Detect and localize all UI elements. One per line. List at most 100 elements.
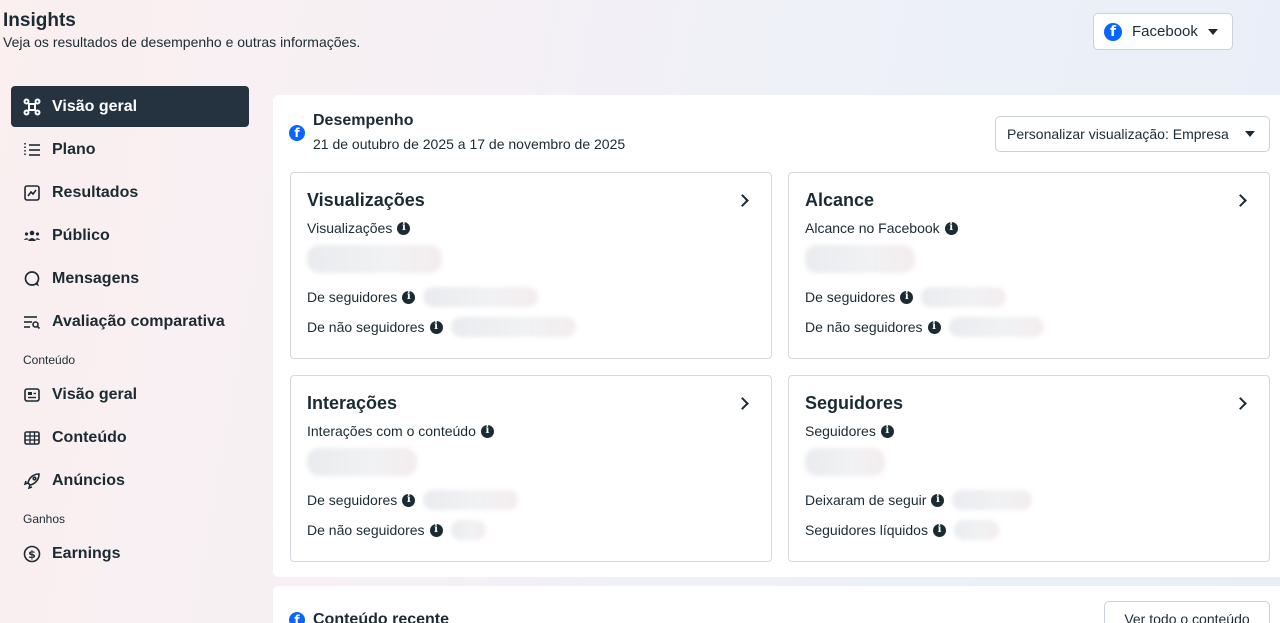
breakdown-row: Deixaram de seguir i bbox=[805, 489, 1253, 511]
platform-selector[interactable]: f Facebook bbox=[1093, 13, 1233, 50]
breakdown-row: De seguidores i bbox=[805, 286, 1253, 308]
date-range: 21 de outubro de 2025 a 17 de novembro d… bbox=[313, 136, 626, 152]
sidebar-item-label: Earnings bbox=[52, 544, 121, 562]
overview-icon bbox=[23, 98, 41, 116]
facebook-icon: f bbox=[289, 612, 305, 623]
chat-icon bbox=[23, 270, 41, 288]
facebook-icon: f bbox=[1104, 22, 1122, 41]
info-icon[interactable]: i bbox=[880, 424, 894, 438]
metric-card-interactions[interactable]: Interações Interações com o conteúdo i D… bbox=[290, 375, 772, 562]
sidebar-item-content[interactable]: Conteúdo bbox=[11, 417, 249, 458]
rocket-icon bbox=[23, 472, 41, 490]
sidebar-section-earnings: Ganhos bbox=[23, 512, 66, 526]
metric-label: Visualizações i bbox=[307, 220, 755, 236]
see-all-content-button[interactable]: Ver todo o conteúdo bbox=[1104, 601, 1270, 623]
metric-label: Alcance no Facebook i bbox=[805, 220, 1253, 236]
table-icon bbox=[23, 429, 41, 447]
facebook-icon: f bbox=[289, 125, 305, 141]
info-icon[interactable]: i bbox=[931, 493, 945, 507]
sidebar-item-label: Mensagens bbox=[52, 269, 140, 287]
breakdown-label: De seguidores bbox=[805, 289, 896, 305]
info-icon[interactable]: i bbox=[402, 493, 416, 507]
redacted-value bbox=[805, 245, 915, 273]
breakdown-row: De seguidores i bbox=[307, 489, 755, 511]
sidebar-item-overview[interactable]: Visão geral bbox=[11, 86, 249, 127]
recent-content-title: Conteúdo recente bbox=[313, 611, 450, 623]
page-subtitle: Veja os resultados de desempenho e outra… bbox=[3, 34, 361, 50]
redacted-value bbox=[953, 520, 999, 540]
sidebar-item-label: Visão geral bbox=[52, 385, 138, 403]
sidebar-item-messages[interactable]: Mensagens bbox=[11, 258, 249, 299]
info-icon[interactable]: i bbox=[429, 320, 443, 334]
sidebar-item-benchmark[interactable]: Avaliação comparativa bbox=[11, 301, 249, 342]
info-icon[interactable]: i bbox=[480, 424, 494, 438]
redacted-value bbox=[948, 317, 1044, 337]
info-icon[interactable]: i bbox=[944, 221, 958, 235]
caret-down-icon bbox=[1207, 28, 1218, 35]
sidebar-item-label: Plano bbox=[52, 140, 96, 158]
card-title: Interações bbox=[307, 393, 398, 413]
redacted-value bbox=[450, 317, 576, 337]
redacted-value bbox=[307, 245, 442, 273]
benchmark-icon bbox=[23, 313, 41, 331]
performance-header: f Desempenho 21 de outubro de 2025 a 17 … bbox=[289, 112, 625, 152]
metric-label: Interações com o conteúdo i bbox=[307, 423, 755, 439]
svg-text:$: $ bbox=[28, 548, 36, 561]
metric-label-text: Visualizações bbox=[307, 220, 393, 236]
sidebar-item-results[interactable]: Resultados bbox=[11, 172, 249, 213]
info-icon[interactable]: i bbox=[402, 290, 416, 304]
sidebar-item-content-overview[interactable]: Visão geral bbox=[11, 374, 249, 415]
sidebar-item-audience[interactable]: Público bbox=[11, 215, 249, 256]
metric-label-text: Seguidores bbox=[805, 423, 876, 439]
sidebar-item-ads[interactable]: Anúncios bbox=[11, 460, 249, 501]
sidebar-item-earnings[interactable]: $ Earnings bbox=[11, 533, 249, 574]
sidebar-item-label: Conteúdo bbox=[52, 428, 127, 446]
card-title: Visualizações bbox=[307, 190, 425, 210]
platform-selector-label: Facebook bbox=[1132, 23, 1198, 40]
metric-card-followers[interactable]: Seguidores Seguidores i Deixaram de segu… bbox=[788, 375, 1270, 562]
metric-label-text: Interações com o conteúdo bbox=[307, 423, 476, 439]
metric-card-reach[interactable]: Alcance Alcance no Facebook i De seguido… bbox=[788, 172, 1270, 359]
breakdown-label: De seguidores bbox=[307, 289, 398, 305]
breakdown-row: De não seguidores i bbox=[307, 316, 755, 338]
sidebar-item-label: Visão geral bbox=[52, 97, 138, 115]
list-icon bbox=[23, 141, 41, 159]
sidebar-item-label: Anúncios bbox=[52, 471, 125, 489]
redacted-value bbox=[307, 448, 417, 476]
metric-label: Seguidores i bbox=[805, 423, 1253, 439]
page-title: Insights bbox=[3, 10, 76, 31]
redacted-value bbox=[423, 287, 539, 307]
breakdown-label: Deixaram de seguir bbox=[805, 492, 927, 508]
customize-view-dropdown[interactable]: Personalizar visualização: Empresa bbox=[995, 116, 1270, 152]
card-title: Seguidores bbox=[805, 393, 904, 413]
redacted-value bbox=[805, 448, 885, 476]
breakdown-row: De seguidores i bbox=[307, 286, 755, 308]
metric-label-text: Alcance no Facebook bbox=[805, 220, 940, 236]
sidebar-item-plan[interactable]: Plano bbox=[11, 129, 249, 170]
breakdown-label: De seguidores bbox=[307, 492, 398, 508]
customize-view-label: Personalizar visualização: Empresa bbox=[1007, 126, 1229, 142]
breakdown-label: De não seguidores bbox=[307, 319, 425, 335]
redacted-value bbox=[450, 520, 486, 540]
metric-card-views[interactable]: Visualizações Visualizações i De seguido… bbox=[290, 172, 772, 359]
breakdown-row: Seguidores líquidos i bbox=[805, 519, 1253, 541]
recent-content-panel: f Conteúdo recente Ver todo o conteúdo bbox=[273, 586, 1280, 623]
breakdown-label: Seguidores líquidos bbox=[805, 522, 928, 538]
recent-content-header: f Conteúdo recente bbox=[289, 611, 449, 623]
dollar-icon: $ bbox=[23, 545, 41, 563]
info-icon[interactable]: i bbox=[927, 320, 941, 334]
sidebar: Visão geral Plano Resultados Público Men… bbox=[11, 86, 249, 576]
info-icon[interactable]: i bbox=[932, 523, 946, 537]
sidebar-item-label: Público bbox=[52, 226, 110, 244]
breakdown-row: De não seguidores i bbox=[805, 316, 1253, 338]
redacted-value bbox=[423, 490, 519, 510]
card-title: Alcance bbox=[805, 190, 875, 210]
sidebar-item-label: Avaliação comparativa bbox=[52, 312, 225, 330]
info-icon[interactable]: i bbox=[429, 523, 443, 537]
info-icon[interactable]: i bbox=[397, 221, 411, 235]
info-icon[interactable]: i bbox=[900, 290, 914, 304]
breakdown-label: De não seguidores bbox=[307, 522, 425, 538]
breakdown-row: De não seguidores i bbox=[307, 519, 755, 541]
sidebar-item-label: Resultados bbox=[52, 183, 139, 201]
redacted-value bbox=[921, 287, 1007, 307]
